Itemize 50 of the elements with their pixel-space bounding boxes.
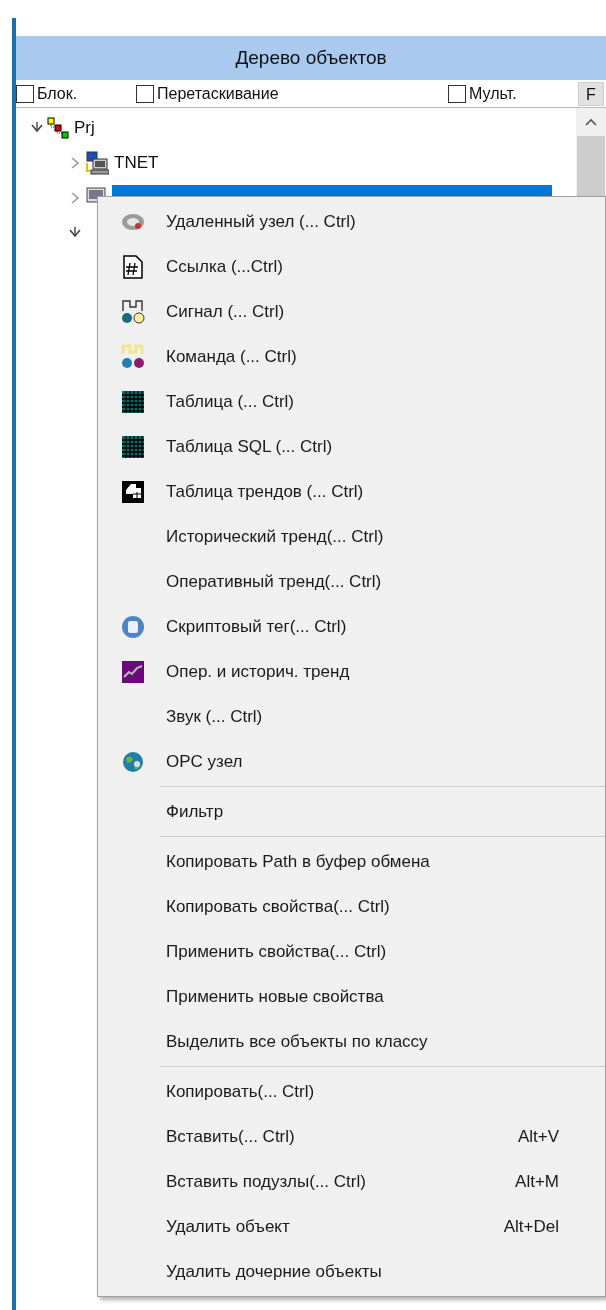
hash-document-icon xyxy=(122,254,144,279)
menu-item[interactable]: Сигнал (... Ctrl) xyxy=(98,289,605,334)
menu-item[interactable]: Команда (... Ctrl) xyxy=(98,334,605,379)
menu-item[interactable]: Копировать свойства(... Ctrl) xyxy=(98,884,605,929)
menu-item[interactable]: OPC узел xyxy=(98,739,605,784)
shortcut-label: Alt+Del xyxy=(503,1215,560,1238)
pulse-dots-icon xyxy=(120,298,146,325)
computer-icon xyxy=(85,150,109,175)
trend-chart-icon xyxy=(121,659,145,684)
panel-title: Дерево объектов xyxy=(16,36,606,80)
grid-icon xyxy=(121,389,145,414)
pulse-dots-icon xyxy=(120,343,146,370)
tree-item[interactable]: Prj xyxy=(72,114,97,141)
menu-item[interactable]: Копировать(... Ctrl) xyxy=(98,1069,605,1114)
menu-item[interactable]: Удалить объект Alt+Del xyxy=(98,1204,605,1249)
menu-item[interactable]: Выделить все объекты по классу xyxy=(98,1019,605,1064)
checkbox[interactable] xyxy=(136,84,154,103)
menu-item[interactable]: Исторический тренд(... Ctrl) xyxy=(98,514,605,559)
chart-table-icon xyxy=(121,479,145,504)
menu-item[interactable]: Оперативный тренд(... Ctrl) xyxy=(98,559,605,604)
menu-item[interactable]: Применить новые свойства xyxy=(98,974,605,1019)
menu-item[interactable]: Вставить подузлы(... Ctrl) Alt+M xyxy=(98,1159,605,1204)
grid-icon xyxy=(121,434,145,459)
expanded-chevron-icon[interactable] xyxy=(68,225,82,240)
menu-item[interactable]: Таблица SQL (... Ctrl) xyxy=(98,424,605,469)
menu-item[interactable]: Ссылка (...Ctrl) xyxy=(98,244,605,289)
menu-item[interactable]: Удаленный узел (... Ctrl) xyxy=(98,199,605,244)
menu-item[interactable]: Копировать Path в буфер обмена xyxy=(98,839,605,884)
shortcut-label: Alt+M xyxy=(515,1170,560,1193)
menu-item[interactable]: Скриптовый тег(... Ctrl) xyxy=(98,604,605,649)
filter-button[interactable]: F xyxy=(578,81,604,106)
menu-item[interactable]: Применить свойства(... Ctrl) xyxy=(98,929,605,974)
checkbox[interactable] xyxy=(448,84,466,103)
menu-item[interactable]: Звук (... Ctrl) xyxy=(98,694,605,739)
menu-item[interactable]: Фильтр xyxy=(98,789,605,834)
checkbox-label: Мульт. xyxy=(469,83,517,104)
menu-item[interactable]: Удалить дочерние объекты xyxy=(98,1249,605,1294)
checkbox-label: Перетаскивание xyxy=(157,83,279,104)
checkbox[interactable] xyxy=(16,84,34,103)
tree-nodes-icon xyxy=(47,116,69,139)
scroll-up-icon[interactable] xyxy=(585,118,597,126)
menu-item[interactable]: Вставить(... Ctrl) Alt+V xyxy=(98,1114,605,1159)
checkbox-label: Блок. xyxy=(37,83,78,104)
expanded-chevron-icon[interactable] xyxy=(30,120,44,135)
menu-item[interactable]: Таблица (... Ctrl) xyxy=(98,379,605,424)
globe-icon xyxy=(121,749,145,774)
tree-item[interactable]: TNET xyxy=(112,149,161,176)
menu-item[interactable]: Опер. и историч. тренд xyxy=(98,649,605,694)
shortcut-label: Alt+V xyxy=(517,1125,560,1148)
menu-item[interactable]: Таблица трендов (... Ctrl) xyxy=(98,469,605,514)
